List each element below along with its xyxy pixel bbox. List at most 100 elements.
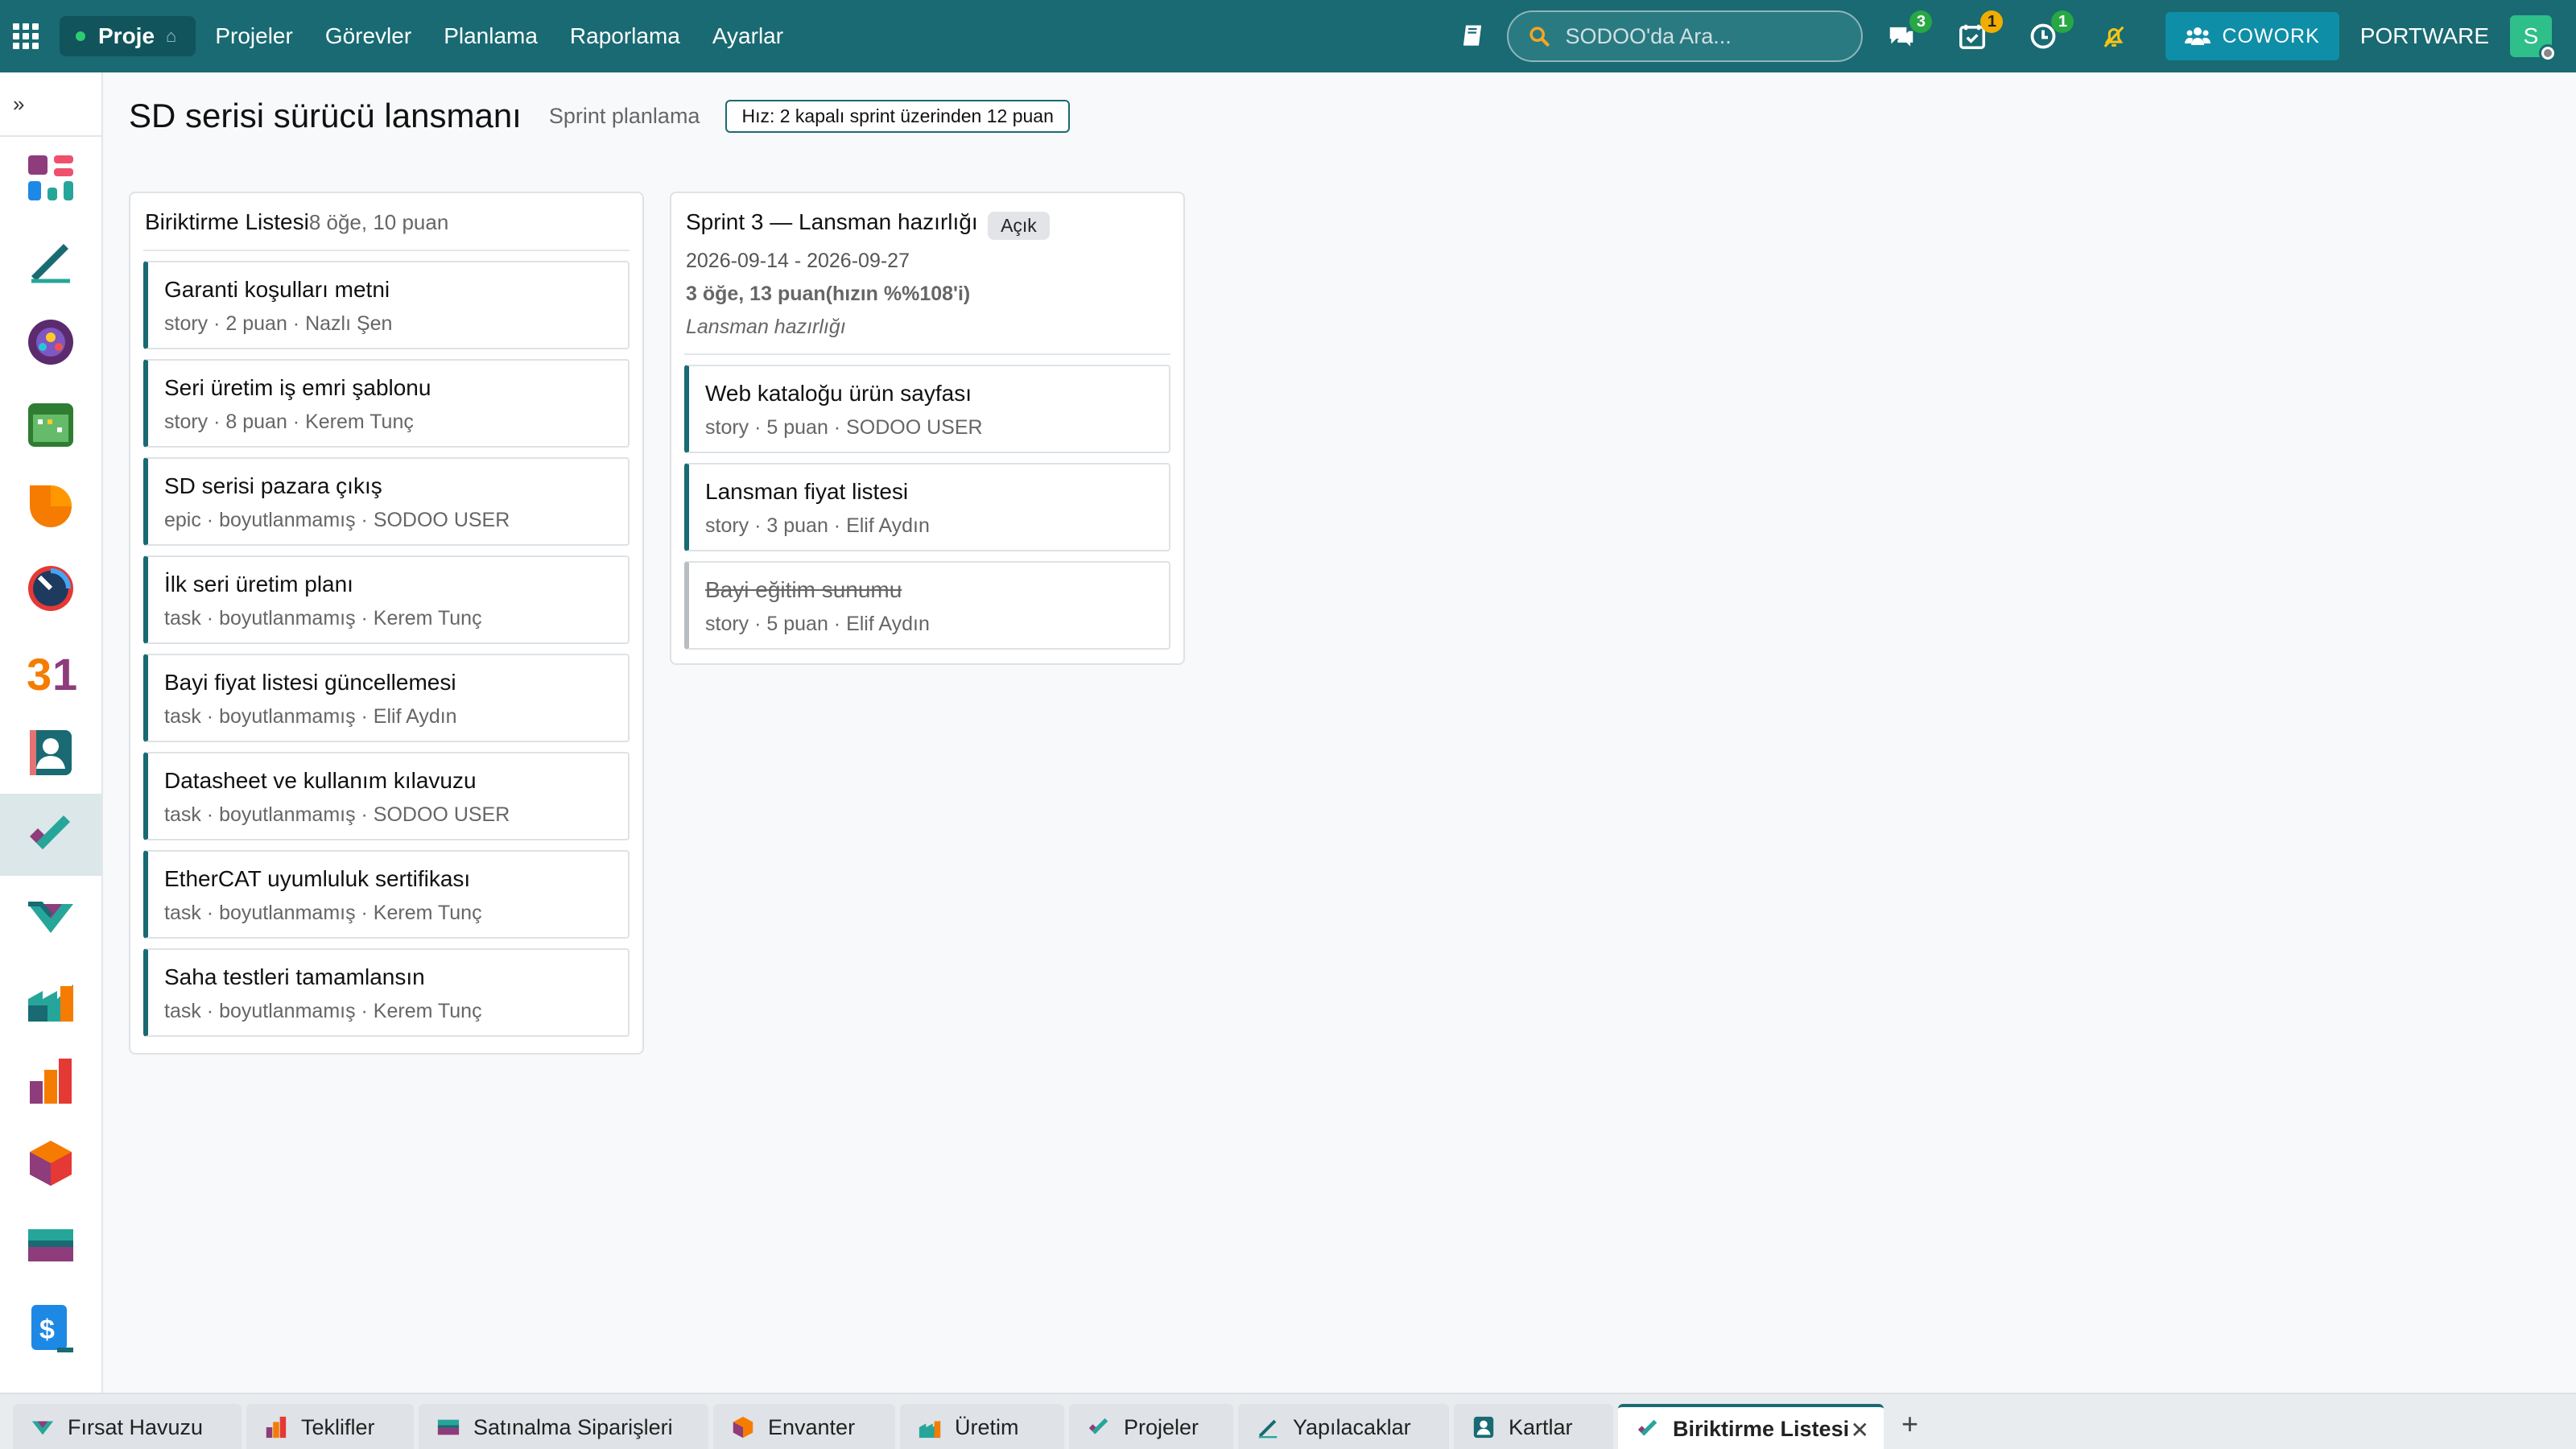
card-title: Seri üretim iş emri şablonu: [164, 375, 431, 400]
card-meta: task · boyutlanmamış · Elif Aydın: [164, 705, 457, 728]
menu-ayarlar[interactable]: Ayarlar: [712, 23, 783, 49]
card-title: Saha testleri tamamlansın: [164, 964, 425, 989]
tab-uretim[interactable]: Üretim: [900, 1404, 1064, 1449]
sprint-column: Sprint 3 — Lansman hazırlığı Açık 2026-0…: [670, 192, 1185, 665]
tab-yapilacaklar[interactable]: Yapılacaklar: [1238, 1404, 1449, 1449]
cowork-button[interactable]: COWORK: [2165, 12, 2339, 60]
menu-planlama[interactable]: Planlama: [444, 23, 538, 49]
app-name: Proje: [98, 23, 155, 48]
backlog-header: Biriktirme Listesi8 öğe, 10 puan: [130, 193, 642, 235]
avatar-initial: S: [2523, 23, 2539, 48]
messages-button[interactable]: 3: [1882, 10, 1933, 56]
tab-label: Teklifler: [301, 1414, 375, 1439]
card-meta: story · 8 puan · Kerem Tunç: [164, 411, 414, 433]
backlog-meta: 8 öğe, 10 puan: [308, 210, 449, 234]
search-icon: [1530, 27, 1550, 47]
tab-label: Biriktirme Listesi: [1673, 1416, 1850, 1441]
bell-slash-icon: [2104, 26, 2124, 47]
tab-biriktirme-listesi[interactable]: Biriktirme Listesi ✕: [1618, 1404, 1884, 1449]
global-search[interactable]: [1507, 10, 1864, 62]
backlog-card[interactable]: SD serisi pazara çıkış epic · boyutlanma…: [143, 457, 630, 546]
knowledge-book-icon[interactable]: [1459, 22, 1488, 51]
sidebar-app-contacts[interactable]: [0, 712, 101, 794]
sidebar-app-community[interactable]: [0, 301, 101, 383]
sprint-goal: Lansman hazırlığı: [686, 316, 846, 339]
tab-projeler[interactable]: Projeler: [1069, 1404, 1233, 1449]
home-icon: ⌂: [166, 26, 177, 46]
notes-icon: [31, 244, 70, 283]
messages-badge: 3: [1909, 10, 1933, 33]
tab-teklifler[interactable]: Teklifler: [246, 1404, 414, 1449]
events-icon: 31: [27, 649, 76, 696]
backlog-card[interactable]: Bayi fiyat listesi güncellemesi task · b…: [143, 654, 630, 742]
current-app-button[interactable]: Proje ⌂: [60, 16, 196, 56]
card-title: İlk seri üretim planı: [164, 572, 353, 597]
bottom-tab-bar: Fırsat Havuzu Teklifler Satınalma Sipari…: [0, 1393, 2576, 1449]
backlog-card[interactable]: Seri üretim iş emri şablonu story · 8 pu…: [143, 359, 630, 448]
quotes-icon: [266, 1416, 287, 1439]
tab-label: Kartlar: [1509, 1414, 1573, 1439]
sidebar-app-timer[interactable]: [0, 547, 101, 630]
company-switcher[interactable]: PORTWARE: [2360, 23, 2489, 49]
sprint-card[interactable]: Lansman fiyat listesi story · 3 puan · E…: [684, 463, 1170, 552]
search-input[interactable]: [1565, 23, 1856, 49]
sidebar-app-pipeline[interactable]: [0, 876, 101, 958]
card-meta: task · boyutlanmamış · Kerem Tunç: [164, 607, 482, 630]
card-title: Lansman fiyat listesi: [705, 479, 909, 505]
backlog-card[interactable]: Saha testleri tamamlansın task · boyutla…: [143, 948, 630, 1037]
card-meta: task · boyutlanmamış · Kerem Tunç: [164, 902, 482, 924]
card-meta: task · boyutlanmamış · Kerem Tunç: [164, 1000, 482, 1022]
sidebar-app-invoice[interactable]: $: [0, 1286, 101, 1368]
backlog-card[interactable]: Garanti koşulları metni story · 2 puan ·…: [143, 261, 630, 349]
timer-button[interactable]: 1: [2024, 10, 2074, 56]
card-meta: story · 3 puan · Elif Aydın: [705, 514, 930, 538]
sprint-card[interactable]: Web kataloğu ürün sayfası story · 5 puan…: [684, 365, 1170, 454]
backlog-card[interactable]: EtherCAT uyumluluk sertifikası task · bo…: [143, 850, 630, 939]
sidebar-expand-button[interactable]: »: [0, 72, 101, 137]
tab-kartlar[interactable]: Kartlar: [1454, 1404, 1613, 1449]
sidebar-app-notes[interactable]: [0, 219, 101, 301]
sidebar-app-production[interactable]: [0, 958, 101, 1040]
sprint-header: Sprint 3 — Lansman hazırlığı Açık 2026-0…: [671, 193, 1183, 339]
production-icon: [919, 1420, 941, 1439]
sidebar-app-calendar[interactable]: [0, 383, 101, 465]
tab-satinalma-siparisleri[interactable]: Satınalma Siparişleri: [419, 1404, 708, 1449]
project-icon: [1088, 1418, 1108, 1435]
tab-envanter[interactable]: Envanter: [713, 1404, 895, 1449]
sidebar-app-project[interactable]: [0, 794, 101, 876]
invoice-icon: $: [31, 1305, 73, 1352]
backlog-column: Biriktirme Listesi8 öğe, 10 puan Garanti…: [129, 192, 644, 1055]
tab-label: Envanter: [768, 1414, 856, 1439]
card-title: Bayi eğitim sunumu: [705, 577, 902, 603]
sidebar-app-inventory[interactable]: [0, 1122, 101, 1204]
top-navbar: Proje ⌂ Projeler Görevler Planlama Rapor…: [0, 0, 2576, 72]
card-meta: story · 5 puan · Elif Aydın: [705, 613, 930, 636]
page-title: SD serisi sürücü lansmanı: [129, 97, 522, 134]
sidebar-app-events[interactable]: 31: [0, 630, 101, 712]
add-tab-icon[interactable]: +: [1901, 1407, 1918, 1441]
user-avatar[interactable]: S: [2510, 15, 2557, 62]
sidebar-app-dashboard[interactable]: [0, 137, 101, 219]
divider: [684, 353, 1170, 356]
menu-projeler[interactable]: Projeler: [215, 23, 292, 49]
project-icon: [1637, 1419, 1657, 1436]
sidebar-app-crm[interactable]: [0, 465, 101, 547]
sprint-status-badge: Açık: [988, 212, 1050, 241]
top-menu: Projeler Görevler Planlama Raporlama Aya…: [215, 23, 815, 49]
notifications-button[interactable]: [2095, 17, 2133, 56]
close-tab-icon[interactable]: ✕: [1851, 1417, 1869, 1443]
sidebar-app-purchase[interactable]: [0, 1204, 101, 1286]
sprint-card-done[interactable]: Bayi eğitim sunumu story · 5 puan · Elif…: [684, 561, 1170, 650]
apps-menu-icon[interactable]: [0, 0, 52, 72]
project-icon: [30, 815, 70, 849]
activities-button[interactable]: 1: [1953, 10, 2004, 56]
menu-raporlama[interactable]: Raporlama: [570, 23, 680, 49]
backlog-card[interactable]: Datasheet ve kullanım kılavuzu task · bo…: [143, 752, 630, 840]
quotes-icon: [30, 1059, 72, 1104]
backlog-card[interactable]: İlk seri üretim planı task · boyutlanmam…: [143, 555, 630, 644]
inventory-icon: [30, 1141, 72, 1186]
menu-gorevler[interactable]: Görevler: [325, 23, 411, 49]
tab-firsat-havuzu[interactable]: Fırsat Havuzu: [13, 1404, 242, 1449]
tab-label: Projeler: [1124, 1414, 1199, 1439]
sidebar-app-quotes[interactable]: [0, 1040, 101, 1122]
